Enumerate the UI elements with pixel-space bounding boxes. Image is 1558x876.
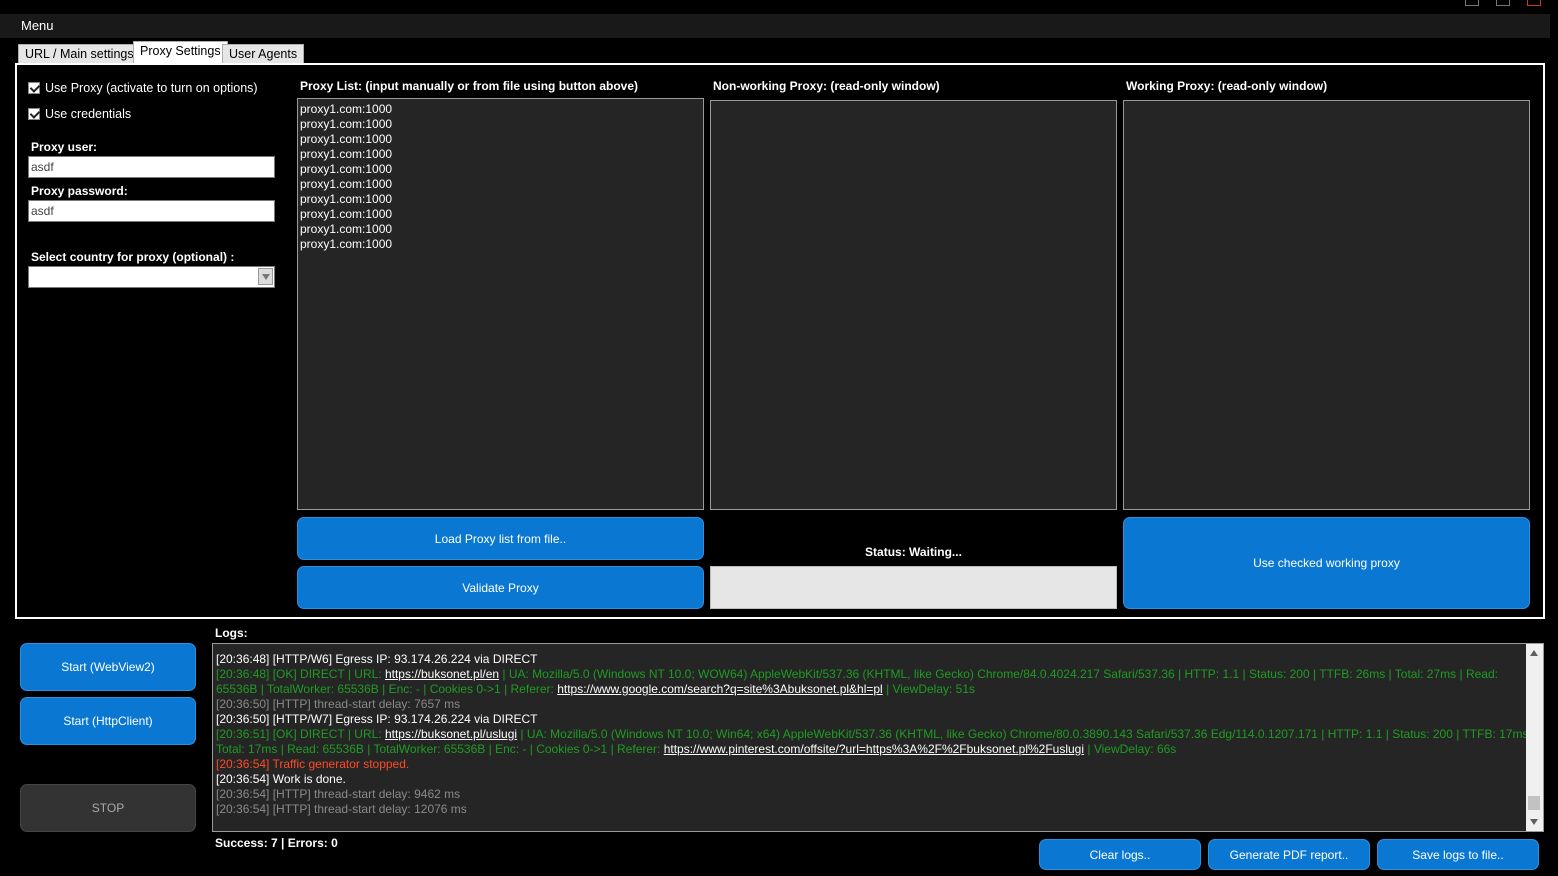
proxy-settings-panel: Use Proxy (activate to turn on options) … [15, 63, 1545, 619]
log-text: [20:36:48] [OK] DIRECT | URL: [216, 667, 385, 681]
close-button[interactable] [1527, 0, 1541, 6]
load-proxy-button[interactable]: Load Proxy list from file.. [297, 517, 704, 560]
checkbox-check-icon [28, 82, 40, 94]
log-line: [20:36:48] [OK] DIRECT | URL: https://bu… [216, 667, 1526, 682]
generate-pdf-button[interactable]: Generate PDF report.. [1208, 839, 1370, 870]
tab-user-agents[interactable]: User Agents [222, 44, 305, 64]
log-text: | ViewDelay: 51s [882, 682, 976, 696]
list-item: proxy1.com:1000 [300, 102, 393, 116]
use-checked-proxy-button[interactable]: Use checked working proxy [1123, 517, 1530, 609]
log-text: [20:36:50] [HTTP] thread-start delay: 76… [216, 697, 461, 711]
list-item: proxy1.com:1000 [300, 237, 393, 251]
proxy-list-textarea[interactable]: proxy1.com:1000 proxy1.com:1000 proxy1.c… [297, 98, 704, 510]
log-line: [20:36:54] Work is done. [216, 772, 1526, 787]
scroll-up-icon[interactable] [1530, 650, 1538, 656]
list-item: proxy1.com:1000 [300, 192, 393, 206]
tab-proxy-settings[interactable]: Proxy Settings [133, 41, 228, 65]
log-text: [20:36:54] Traffic generator stopped. [216, 757, 410, 771]
proxy-user-label: Proxy user: [31, 140, 98, 154]
log-line: 65536B | TotalWorker: 65536B | Enc: - | … [216, 682, 1526, 697]
log-text: [20:36:51] [OK] DIRECT | URL: [216, 727, 385, 741]
list-item: proxy1.com:1000 [300, 117, 393, 131]
list-item: proxy1.com:1000 [300, 132, 393, 146]
maximize-button[interactable] [1496, 0, 1510, 6]
log-text: [20:36:54] [HTTP] thread-start delay: 12… [216, 802, 467, 816]
clear-logs-button[interactable]: Clear logs.. [1039, 839, 1201, 870]
proxy-password-label: Proxy password: [31, 184, 128, 198]
log-text: [20:36:48] [HTTP/W6] Egress IP: 93.174.2… [216, 652, 538, 666]
log-line: [20:36:50] [HTTP] thread-start delay: 76… [216, 697, 1526, 712]
stop-button[interactable]: STOP [20, 784, 196, 832]
log-line: [20:36:50] [HTTP/W7] Egress IP: 93.174.2… [216, 712, 1526, 727]
start-httpclient-button[interactable]: Start (HttpClient) [20, 697, 196, 745]
log-text: [20:36:54] [HTTP] thread-start delay: 94… [216, 787, 461, 801]
list-item: proxy1.com:1000 [300, 177, 393, 191]
country-label: Select country for proxy (optional) : [31, 250, 235, 264]
logs-textarea[interactable]: [20:36:48] [HTTP/W6] Egress IP: 93.174.2… [212, 643, 1544, 832]
tab-url-main-settings[interactable]: URL / Main settings [18, 44, 141, 64]
working-proxy-textarea[interactable] [1123, 100, 1530, 510]
save-logs-button[interactable]: Save logs to file.. [1377, 839, 1539, 870]
title-bar [0, 0, 1558, 14]
menu-bar: Menu [0, 14, 1550, 38]
use-proxy-label: Use Proxy (activate to turn on options) [45, 81, 258, 95]
menu-item[interactable]: Menu [21, 18, 54, 33]
scroll-down-icon[interactable] [1530, 819, 1538, 825]
list-item: proxy1.com:1000 [300, 162, 393, 176]
log-line: [20:36:54] [HTTP] thread-start delay: 12… [216, 802, 1526, 817]
start-webview2-button[interactable]: Start (WebView2) [20, 643, 196, 691]
log-text: Total: 17ms | Read: 65536B | TotalWorker… [216, 742, 664, 756]
list-item: proxy1.com:1000 [300, 207, 393, 221]
success-errors-summary: Success: 7 | Errors: 0 [215, 836, 338, 850]
use-proxy-checkbox[interactable]: Use Proxy (activate to turn on options) [28, 81, 258, 95]
status-text: Status: Waiting... [865, 545, 962, 559]
scroll-thumb[interactable] [1528, 796, 1540, 810]
checkbox-check-icon [28, 108, 40, 120]
logs-scrollbar[interactable] [1526, 644, 1543, 831]
validate-proxy-button[interactable]: Validate Proxy [297, 566, 704, 609]
use-credentials-label: Use credentials [45, 107, 132, 121]
proxy-list-label: Proxy List: (input manually or from file… [300, 79, 639, 93]
logs-label: Logs: [215, 626, 248, 640]
log-line: Total: 17ms | Read: 65536B | TotalWorker… [216, 742, 1526, 757]
log-text: | UA: Mozilla/5.0 (Windows NT 10.0; Win6… [517, 727, 1526, 741]
list-item: proxy1.com:1000 [300, 222, 393, 236]
log-link[interactable]: https://www.google.com/search?q=site%3Ab… [557, 682, 883, 696]
minimize-button[interactable] [1465, 0, 1479, 6]
log-link[interactable]: https://buksonet.pl/en [385, 667, 499, 681]
log-line: [20:36:51] [OK] DIRECT | URL: https://bu… [216, 727, 1526, 742]
log-text: | UA: Mozilla/5.0 (Windows NT 10.0; WOW6… [499, 667, 1498, 681]
log-text: 65536B | TotalWorker: 65536B | Enc: - | … [216, 682, 558, 696]
country-select[interactable] [28, 266, 275, 288]
use-credentials-checkbox[interactable]: Use credentials [28, 107, 131, 121]
chevron-down-icon[interactable] [258, 268, 273, 285]
log-lines: [20:36:48] [HTTP/W6] Egress IP: 93.174.2… [216, 652, 1526, 817]
non-working-proxy-label: Non-working Proxy: (read-only window) [713, 79, 940, 93]
proxy-user-input[interactable]: asdf [28, 156, 275, 178]
log-text: [20:36:50] [HTTP/W7] Egress IP: 93.174.2… [216, 712, 538, 726]
log-text: [20:36:54] Work is done. [216, 772, 346, 786]
log-line: [20:36:48] [HTTP/W6] Egress IP: 93.174.2… [216, 652, 1526, 667]
log-line: [20:36:54] Traffic generator stopped. [216, 757, 1526, 772]
non-working-proxy-textarea[interactable] [710, 100, 1117, 510]
log-text: | ViewDelay: 66s [1084, 742, 1177, 756]
log-link[interactable]: https://www.pinterest.com/offsite/?url=h… [664, 742, 1084, 756]
proxy-password-input[interactable]: asdf [28, 200, 275, 222]
working-proxy-label: Working Proxy: (read-only window) [1126, 79, 1328, 93]
validation-progress-bar [710, 566, 1117, 609]
log-link[interactable]: https://buksonet.pl/uslugi [385, 727, 517, 741]
list-item: proxy1.com:1000 [300, 147, 393, 161]
log-line: [20:36:54] [HTTP] thread-start delay: 94… [216, 787, 1526, 802]
